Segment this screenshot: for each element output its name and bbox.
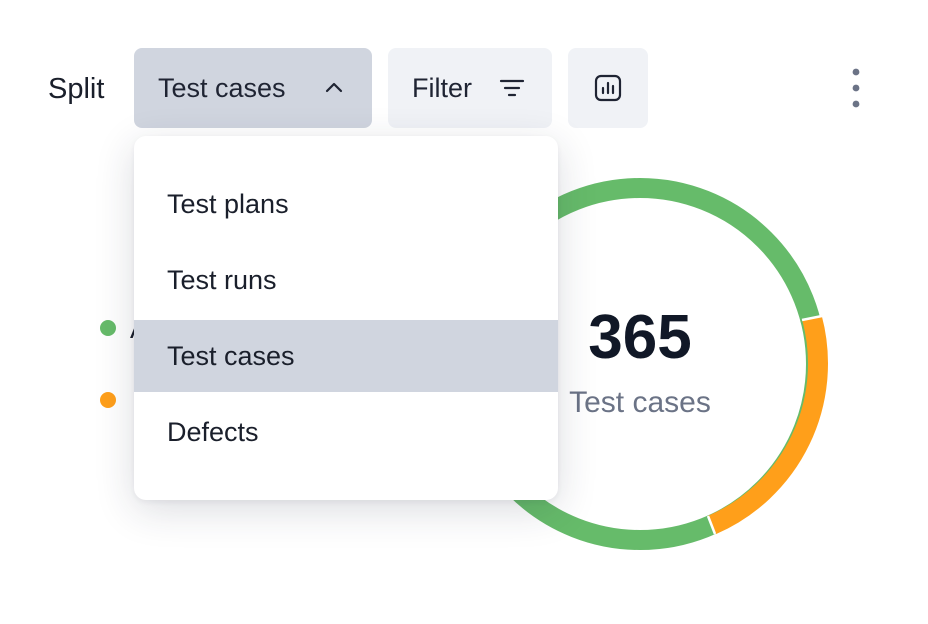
split-value: Test cases <box>158 72 286 103</box>
legend-dot-orange <box>100 392 116 408</box>
chevron-up-icon <box>325 82 343 93</box>
menu-item-test-cases[interactable]: Test cases <box>134 320 558 392</box>
filter-lines-icon <box>499 79 525 97</box>
menu-item-defects[interactable]: Defects <box>134 396 558 468</box>
split-by-menu: Test plans Test runs Test cases Defects <box>134 136 558 500</box>
menu-item-test-plans[interactable]: Test plans <box>134 168 558 240</box>
report-widget: Split Test cases Filter 365 Test cases T… <box>0 0 928 624</box>
more-vertical-icon[interactable] <box>838 66 874 110</box>
legend-dot-green <box>100 320 116 336</box>
filter-label: Filter <box>412 72 472 103</box>
filter-button[interactable]: Filter <box>388 48 552 128</box>
menu-item-test-runs[interactable]: Test runs <box>134 244 558 316</box>
total-count: 365 <box>588 303 692 372</box>
total-label: Test cases <box>569 386 711 419</box>
split-label: Split <box>48 73 105 105</box>
bar-chart-icon <box>594 74 622 102</box>
chart-type-button[interactable] <box>568 48 648 128</box>
split-by-dropdown[interactable]: Test cases <box>134 48 372 128</box>
